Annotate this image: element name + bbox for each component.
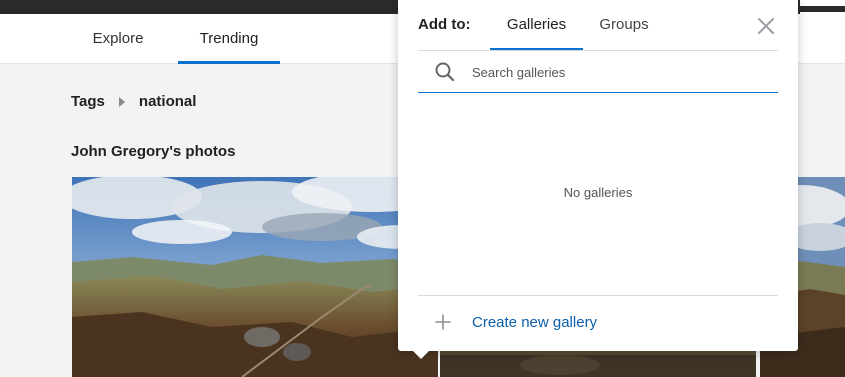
close-icon bbox=[758, 18, 774, 34]
landscape-photo-image bbox=[72, 177, 438, 377]
gallery-search bbox=[418, 51, 778, 93]
create-gallery-button[interactable]: Create new gallery bbox=[434, 313, 597, 331]
chevron-right-icon bbox=[118, 96, 125, 107]
tab-explore[interactable]: Explore bbox=[82, 14, 154, 64]
close-button[interactable] bbox=[754, 14, 778, 38]
tab-trending[interactable]: Trending bbox=[178, 14, 280, 64]
breadcrumb: Tags national bbox=[71, 93, 196, 110]
footer-divider bbox=[418, 295, 778, 296]
add-to-label: Add to: bbox=[418, 16, 471, 33]
popover-arrow bbox=[412, 350, 430, 359]
breadcrumb-current: national bbox=[138, 93, 197, 110]
breadcrumb-root[interactable]: Tags bbox=[71, 93, 105, 110]
empty-state-text: No galleries bbox=[563, 185, 633, 200]
add-to-popover: Add to: Galleries Groups No galleries Cr… bbox=[398, 0, 798, 359]
top-bar-edge-strip bbox=[800, 6, 845, 12]
plus-icon bbox=[435, 314, 451, 330]
section-title: John Gregory's photos bbox=[71, 143, 236, 160]
create-gallery-label: Create new gallery bbox=[472, 313, 598, 331]
search-icon bbox=[435, 62, 455, 82]
search-input[interactable] bbox=[472, 59, 762, 85]
tab-groups[interactable]: Groups bbox=[588, 0, 660, 51]
tab-galleries[interactable]: Galleries bbox=[490, 0, 583, 51]
photo-thumbnail[interactable] bbox=[72, 177, 438, 377]
